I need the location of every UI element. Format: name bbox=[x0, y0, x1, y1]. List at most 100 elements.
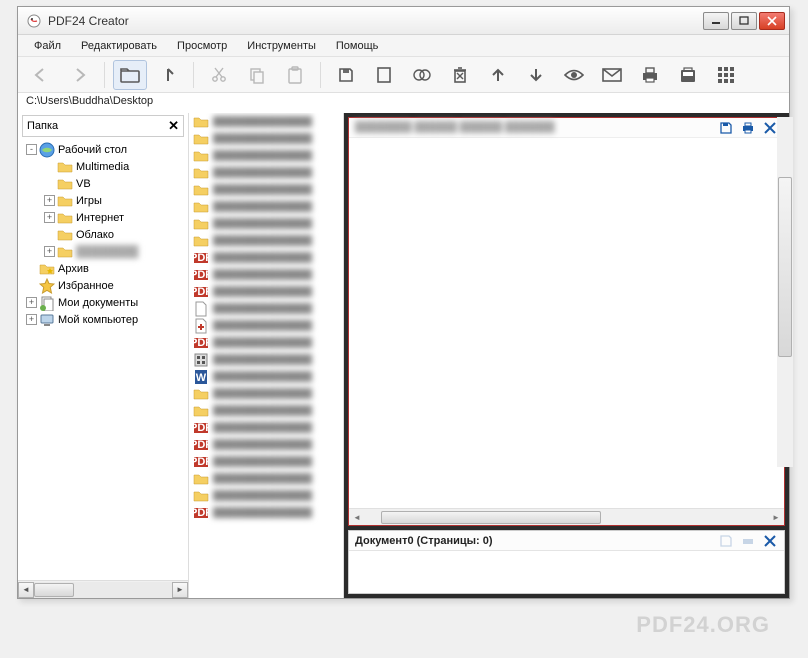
file-row[interactable]: ██████████████ bbox=[189, 130, 343, 147]
file-row[interactable]: PDF██████████████ bbox=[189, 419, 343, 436]
tree-hscroll[interactable]: ◄ ► bbox=[18, 580, 188, 598]
tree-node[interactable]: +Игры bbox=[20, 192, 186, 209]
star-icon bbox=[39, 278, 55, 294]
merge-button[interactable] bbox=[405, 60, 439, 90]
preview-print-icon[interactable] bbox=[740, 120, 756, 136]
file-row[interactable]: PDF██████████████ bbox=[189, 453, 343, 470]
delete-button[interactable] bbox=[443, 60, 477, 90]
file-row[interactable]: ██████████████ bbox=[189, 164, 343, 181]
file-row[interactable]: ██████████████ bbox=[189, 232, 343, 249]
tree-expander[interactable]: + bbox=[26, 297, 37, 308]
close-button[interactable] bbox=[759, 12, 785, 30]
tree-expander[interactable]: - bbox=[26, 144, 37, 155]
pdf-icon: PDF bbox=[193, 335, 209, 351]
tree-header: Папка ✕ bbox=[22, 115, 184, 137]
file-row[interactable]: ██████████████ bbox=[189, 198, 343, 215]
file-row[interactable]: PDF██████████████ bbox=[189, 504, 343, 521]
file-row[interactable]: PDF██████████████ bbox=[189, 283, 343, 300]
file-row[interactable]: ██████████████ bbox=[189, 300, 343, 317]
print-button[interactable] bbox=[633, 60, 667, 90]
preview-save-icon[interactable] bbox=[718, 120, 734, 136]
tree-expander[interactable]: + bbox=[26, 314, 37, 325]
preview-hthumb[interactable] bbox=[381, 511, 601, 524]
menu-edit[interactable]: Редактировать bbox=[71, 37, 167, 55]
tree-expander[interactable]: + bbox=[44, 195, 55, 206]
open-folder-button[interactable] bbox=[113, 60, 147, 90]
file-row[interactable]: ██████████████ bbox=[189, 470, 343, 487]
file-row[interactable]: ██████████████ bbox=[189, 317, 343, 334]
tree-node[interactable]: + Интернет bbox=[20, 209, 186, 226]
preview-hscroll[interactable]: ◄ ► bbox=[349, 508, 784, 525]
doc-close-icon[interactable] bbox=[762, 533, 778, 549]
file-row[interactable]: ██████████████ bbox=[189, 487, 343, 504]
file-name: ██████████████ bbox=[213, 286, 312, 297]
doc-print-icon[interactable] bbox=[740, 533, 756, 549]
tree-node[interactable]: -Рабочий стол bbox=[20, 141, 186, 158]
up-button[interactable] bbox=[151, 60, 185, 90]
file-row[interactable]: W██████████████ bbox=[189, 368, 343, 385]
file-icon bbox=[193, 301, 209, 317]
file-list[interactable]: ████████████████████████████████████████… bbox=[189, 113, 343, 598]
documents-icon bbox=[39, 295, 55, 311]
file-name: ██████████████ bbox=[213, 388, 312, 399]
tree-node[interactable]: +Мои документы bbox=[20, 294, 186, 311]
tree-node[interactable]: VB bbox=[20, 175, 186, 192]
tree-node[interactable]: +Мой компьютер bbox=[20, 311, 186, 328]
scroll-thumb[interactable] bbox=[34, 583, 74, 597]
tree-close-icon[interactable]: ✕ bbox=[168, 118, 179, 134]
tree-node[interactable]: Облако bbox=[20, 226, 186, 243]
svg-text:PDF: PDF bbox=[193, 456, 209, 468]
file-row[interactable]: PDF██████████████ bbox=[189, 266, 343, 283]
menu-help[interactable]: Помощь bbox=[326, 37, 389, 55]
new-page-button[interactable] bbox=[367, 60, 401, 90]
folder-tree[interactable]: -Рабочий столMultimediaVB+Игры+ИнтернетО… bbox=[18, 139, 188, 580]
tree-label: Интернет bbox=[76, 212, 124, 224]
file-row[interactable]: ██████████████ bbox=[189, 385, 343, 402]
tree-node[interactable]: Multimedia bbox=[20, 158, 186, 175]
save-button[interactable] bbox=[329, 60, 363, 90]
tree-expander[interactable]: + bbox=[44, 212, 55, 223]
preview-button[interactable] bbox=[557, 60, 591, 90]
folder-icon bbox=[193, 182, 209, 198]
move-up-button[interactable] bbox=[481, 60, 515, 90]
folder-icon bbox=[57, 244, 73, 260]
preview-top: ████████ ██████ ██████ ███████ ◄ ► bbox=[348, 117, 785, 526]
file-row[interactable]: ██████████████ bbox=[189, 215, 343, 232]
maximize-button[interactable] bbox=[731, 12, 757, 30]
tree-header-label: Папка bbox=[27, 120, 58, 132]
file-row[interactable]: ██████████████ bbox=[189, 113, 343, 130]
file-row[interactable]: ██████████████ bbox=[189, 351, 343, 368]
preview-page[interactable] bbox=[349, 138, 784, 508]
preview-vscroll[interactable] bbox=[777, 117, 793, 467]
file-row[interactable]: ██████████████ bbox=[189, 181, 343, 198]
desktop-icon bbox=[39, 142, 55, 158]
tree-node[interactable]: +████████ bbox=[20, 243, 186, 260]
tree-node[interactable]: Архив bbox=[20, 260, 186, 277]
preview-vthumb[interactable] bbox=[778, 177, 792, 357]
preview-close-icon[interactable] bbox=[762, 120, 778, 136]
tree-label: VB bbox=[76, 178, 91, 190]
email-button[interactable] bbox=[595, 60, 629, 90]
menu-file[interactable]: Файл bbox=[24, 37, 71, 55]
move-down-button[interactable] bbox=[519, 60, 553, 90]
file-row[interactable]: PDF██████████████ bbox=[189, 436, 343, 453]
empty-doc-body[interactable] bbox=[349, 551, 784, 593]
file-row[interactable]: PDF██████████████ bbox=[189, 334, 343, 351]
file-name: ██████████████ bbox=[213, 218, 312, 229]
tree-expander[interactable]: + bbox=[44, 246, 55, 257]
folder-icon bbox=[193, 233, 209, 249]
fax-button[interactable] bbox=[671, 60, 705, 90]
file-row[interactable]: ██████████████ bbox=[189, 147, 343, 164]
scroll-right-icon[interactable]: ► bbox=[172, 582, 188, 598]
tree-node[interactable]: Избранное bbox=[20, 277, 186, 294]
file-row[interactable]: ██████████████ bbox=[189, 402, 343, 419]
file-row[interactable]: PDF██████████████ bbox=[189, 249, 343, 266]
folder-icon bbox=[57, 210, 73, 226]
doc-save-icon[interactable] bbox=[718, 533, 734, 549]
menu-view[interactable]: Просмотр bbox=[167, 37, 237, 55]
grid-view-button[interactable] bbox=[709, 60, 743, 90]
scroll-left-icon[interactable]: ◄ bbox=[18, 582, 34, 598]
folder-icon bbox=[193, 199, 209, 215]
menu-tools[interactable]: Инструменты bbox=[237, 37, 326, 55]
minimize-button[interactable] bbox=[703, 12, 729, 30]
